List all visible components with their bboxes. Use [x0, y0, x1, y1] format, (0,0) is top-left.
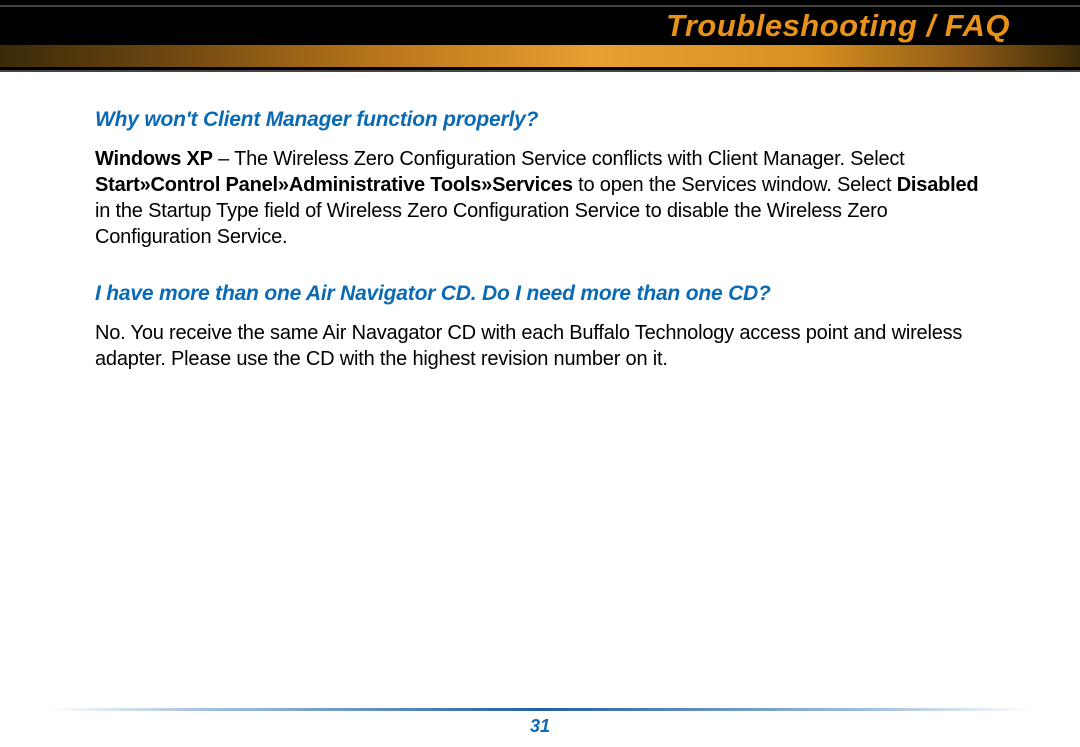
faq-answer-1: Windows XP – The Wireless Zero Configura…: [95, 146, 990, 250]
answer-text-1a: – The Wireless Zero Configuration Servic…: [213, 148, 905, 170]
answer-bold-1b: Start»Control Panel»Administrative Tools…: [95, 174, 573, 196]
answer-text-2a: No. You receive the same Air Navagator C…: [95, 322, 962, 370]
faq-question-1: Why won't Client Manager function proper…: [95, 108, 990, 132]
answer-text-1c: in the Startup Type field of Wireless Ze…: [95, 200, 888, 248]
content-area: Why won't Client Manager function proper…: [95, 108, 990, 404]
page-title: Troubleshooting / FAQ: [666, 8, 1010, 44]
header-gradient: [0, 45, 1080, 67]
answer-bold-1a: Windows XP: [95, 148, 213, 170]
header-stripe-top: [0, 5, 1080, 7]
header-stripe-bottom: [0, 70, 1080, 72]
page-number: 31: [0, 716, 1080, 737]
faq-question-2: I have more than one Air Navigator CD. D…: [95, 282, 990, 306]
header-band: Troubleshooting / FAQ: [0, 0, 1080, 72]
answer-bold-1c: Dis­abled: [897, 174, 979, 196]
answer-text-1b: to open the Services window. Select: [573, 174, 897, 196]
faq-answer-2: No. You receive the same Air Navagator C…: [95, 320, 990, 372]
footer-divider: [48, 708, 1032, 711]
